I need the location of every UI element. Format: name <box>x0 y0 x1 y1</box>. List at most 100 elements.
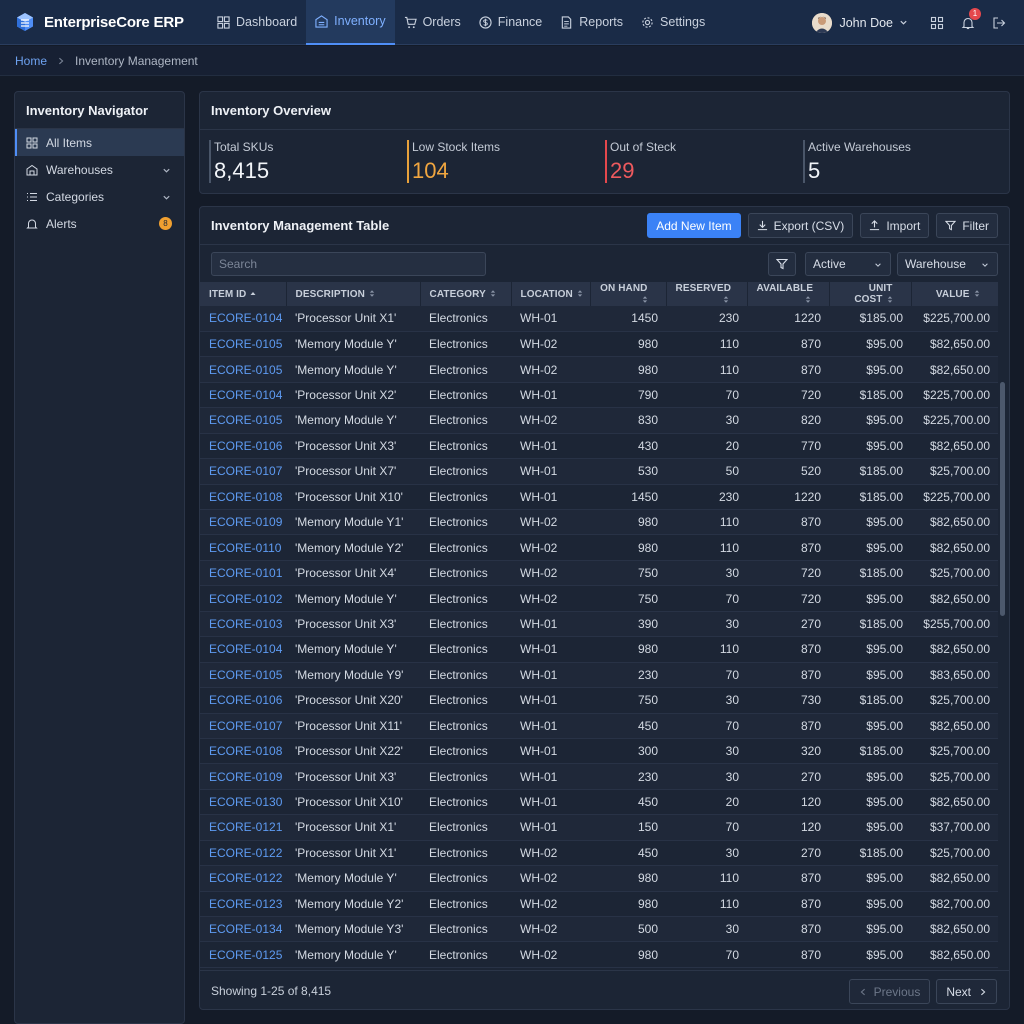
stat-label: Total SKUs <box>214 140 274 154</box>
filter-button[interactable]: Filter <box>936 213 998 238</box>
table-row[interactable]: ECORE-0105 'Memory Module Y' Electronics WH… <box>200 356 998 383</box>
table-cell: $37,700.00 <box>911 814 998 841</box>
table-cell: $95.00 <box>829 585 911 612</box>
column-header[interactable]: ON HAND <box>590 282 667 306</box>
item-id-link[interactable]: ECORE-0103 <box>200 611 286 638</box>
item-id-link[interactable]: ECORE-0106 <box>200 687 286 714</box>
table-row[interactable]: ECORE-0125 'Memory Module Y' Electronics WH… <box>200 941 998 968</box>
pagination: Previous Next <box>843 979 997 1004</box>
item-id-link[interactable]: ECORE-0104 <box>200 382 286 409</box>
column-header[interactable]: ITEM ID <box>200 282 287 306</box>
table-row[interactable]: ECORE-0101 'Processor Unit X4' Electronics… <box>200 560 998 587</box>
nav-finance[interactable]: Finance <box>470 0 551 45</box>
table-row[interactable]: ECORE-0121 'Processor Unit X1' Electronics… <box>200 814 998 841</box>
table-row[interactable]: ECORE-0109 'Memory Module Y1' Electronics W… <box>200 509 998 536</box>
import-button[interactable]: Import <box>860 213 930 238</box>
column-header[interactable]: DESCRIPTION <box>286 282 421 306</box>
table-row[interactable]: ECORE-0122 'Memory Module Y' Electronics WH… <box>200 865 998 892</box>
search-input[interactable] <box>211 251 486 276</box>
item-id-link[interactable]: ECORE-0109 <box>200 763 286 790</box>
add-new-item-button[interactable]: Add New Item <box>647 213 741 238</box>
user-name[interactable]: John Doe <box>839 16 893 30</box>
table-row[interactable]: ECORE-0105 'Memory Module Y' Electronics WH… <box>200 331 998 358</box>
sidebar-item-all-items[interactable]: All Items <box>15 129 184 156</box>
table-row[interactable]: ECORE-0103 'Processor Unit X3' Electronics… <box>200 611 998 638</box>
item-id-link[interactable]: ECORE-0105 <box>200 356 286 383</box>
item-id-link[interactable]: ECORE-0134 <box>200 916 286 943</box>
column-header[interactable]: UNIT COST <box>829 282 912 306</box>
breadcrumb-home[interactable]: Home <box>15 54 47 68</box>
status-select[interactable]: Active <box>805 252 891 276</box>
filter-toggle-button[interactable] <box>768 252 796 276</box>
sidebar-item-categories[interactable]: Categories <box>15 183 184 210</box>
item-id-link[interactable]: ECORE-0105 <box>200 331 286 358</box>
logout-icon[interactable] <box>992 16 1006 30</box>
nav-reports[interactable]: Reports <box>551 0 632 45</box>
column-header[interactable]: RESERVED <box>666 282 748 306</box>
dollar-icon <box>479 15 498 29</box>
table-row[interactable]: ECORE-0110 'Memory Module Y2' Electronics W… <box>200 534 998 561</box>
item-id-link[interactable]: ECORE-0110 <box>200 534 286 561</box>
item-id-link[interactable]: ECORE-0106 <box>200 433 286 460</box>
table-row[interactable]: ECORE-0123 'Memory Module Y2' Electronics W… <box>200 891 998 918</box>
table-row[interactable]: ECORE-0105 'Memory Module Y' Electronics WH… <box>200 407 998 434</box>
nav-dashboard[interactable]: Dashboard <box>208 0 306 45</box>
item-id-link[interactable]: ECORE-0122 <box>200 865 286 892</box>
table-row[interactable]: ECORE-0130 'Processor Unit X10' Electronic… <box>200 789 998 816</box>
table-cell: 1220 <box>747 306 829 332</box>
item-id-link[interactable]: ECORE-0105 <box>200 662 286 689</box>
scrollbar-thumb[interactable] <box>1000 382 1005 616</box>
table-row[interactable]: ECORE-0109 'Processor Unit X3' Electronics… <box>200 763 998 790</box>
chevron-down-icon[interactable] <box>162 193 171 202</box>
item-id-link[interactable]: ECORE-0107 <box>200 458 286 485</box>
avatar[interactable] <box>812 12 833 33</box>
item-id-link[interactable]: ECORE-0125 <box>200 941 286 968</box>
export-csv-button[interactable]: Export (CSV) <box>747 213 854 238</box>
previous-page-button[interactable]: Previous <box>848 979 931 1004</box>
item-id-link[interactable]: ECORE-0104 <box>200 306 286 332</box>
table-row[interactable]: ECORE-0104 'Processor Unit X1' Electronics… <box>200 306 998 332</box>
table-cell: $95.00 <box>829 713 911 739</box>
sidebar-item-warehouses[interactable]: Warehouses <box>15 156 184 183</box>
sidebar-item-alerts[interactable]: Alerts 8 <box>15 210 184 237</box>
table-row[interactable]: ECORE-0104 'Processor Unit X2' Electronics… <box>200 382 998 409</box>
table-row[interactable]: ECORE-0122 'Processor Unit X1' Electronics… <box>200 840 998 867</box>
table-row[interactable]: ECORE-0106 'Processor Unit X3' Electronics… <box>200 433 998 460</box>
item-id-link[interactable]: ECORE-0121 <box>200 814 286 841</box>
table-row[interactable]: ECORE-0105 'Memory Module Y9' Electronics W… <box>200 662 998 689</box>
table-row[interactable]: ECORE-0102 'Memory Module Y' Electronics WH… <box>200 585 998 612</box>
item-id-link[interactable]: ECORE-0108 <box>200 484 286 511</box>
warehouse-select[interactable]: Warehouse <box>897 252 998 276</box>
column-header[interactable]: CATEGORY <box>420 282 512 306</box>
item-id-link[interactable]: ECORE-0122 <box>200 840 286 867</box>
table-row[interactable]: ECORE-0108 'Processor Unit X22' Electronic… <box>200 738 998 765</box>
item-id-link[interactable]: ECORE-0109 <box>200 509 286 536</box>
item-id-link[interactable]: ECORE-0130 <box>200 789 286 816</box>
nav-settings[interactable]: Settings <box>632 0 714 45</box>
next-page-button[interactable]: Next <box>936 979 997 1004</box>
table-row[interactable]: ECORE-0134 'Memory Module Y3' Electronics W… <box>200 916 998 943</box>
item-id-link[interactable]: ECORE-0123 <box>200 891 286 918</box>
table-cell: 110 <box>666 636 747 663</box>
nav-inventory[interactable]: Inventory <box>306 0 395 45</box>
table-row[interactable]: ECORE-0108 'Processor Unit X10' Electronic… <box>200 484 998 511</box>
column-header[interactable]: LOCATION <box>511 282 591 306</box>
item-id-link[interactable]: ECORE-0102 <box>200 585 286 612</box>
item-id-link[interactable]: ECORE-0101 <box>200 560 286 587</box>
item-id-link[interactable]: ECORE-0105 <box>200 407 286 434</box>
item-id-link[interactable]: ECORE-0107 <box>200 713 286 739</box>
chevron-down-icon[interactable] <box>899 18 908 27</box>
chevron-down-icon[interactable] <box>162 166 171 175</box>
brand[interactable]: EnterpriseCore ERP <box>0 12 208 32</box>
bell-icon[interactable]: 1 <box>961 7 981 30</box>
item-id-link[interactable]: ECORE-0108 <box>200 738 286 765</box>
apps-grid-icon[interactable] <box>930 16 944 30</box>
column-header[interactable]: VALUE <box>911 282 999 306</box>
item-id-link[interactable]: ECORE-0104 <box>200 636 286 663</box>
table-row[interactable]: ECORE-0107 'Processor Unit X7' Electronics… <box>200 458 998 485</box>
table-row[interactable]: ECORE-0107 'Processor Unit X11' Electronic… <box>200 713 998 739</box>
column-header[interactable]: AVAILABLE <box>747 282 830 306</box>
nav-orders[interactable]: Orders <box>395 0 470 45</box>
table-row[interactable]: ECORE-0104 'Memory Module Y' Electronics WH… <box>200 636 998 663</box>
table-row[interactable]: ECORE-0106 'Processor Unit X20' Electronic… <box>200 687 998 714</box>
